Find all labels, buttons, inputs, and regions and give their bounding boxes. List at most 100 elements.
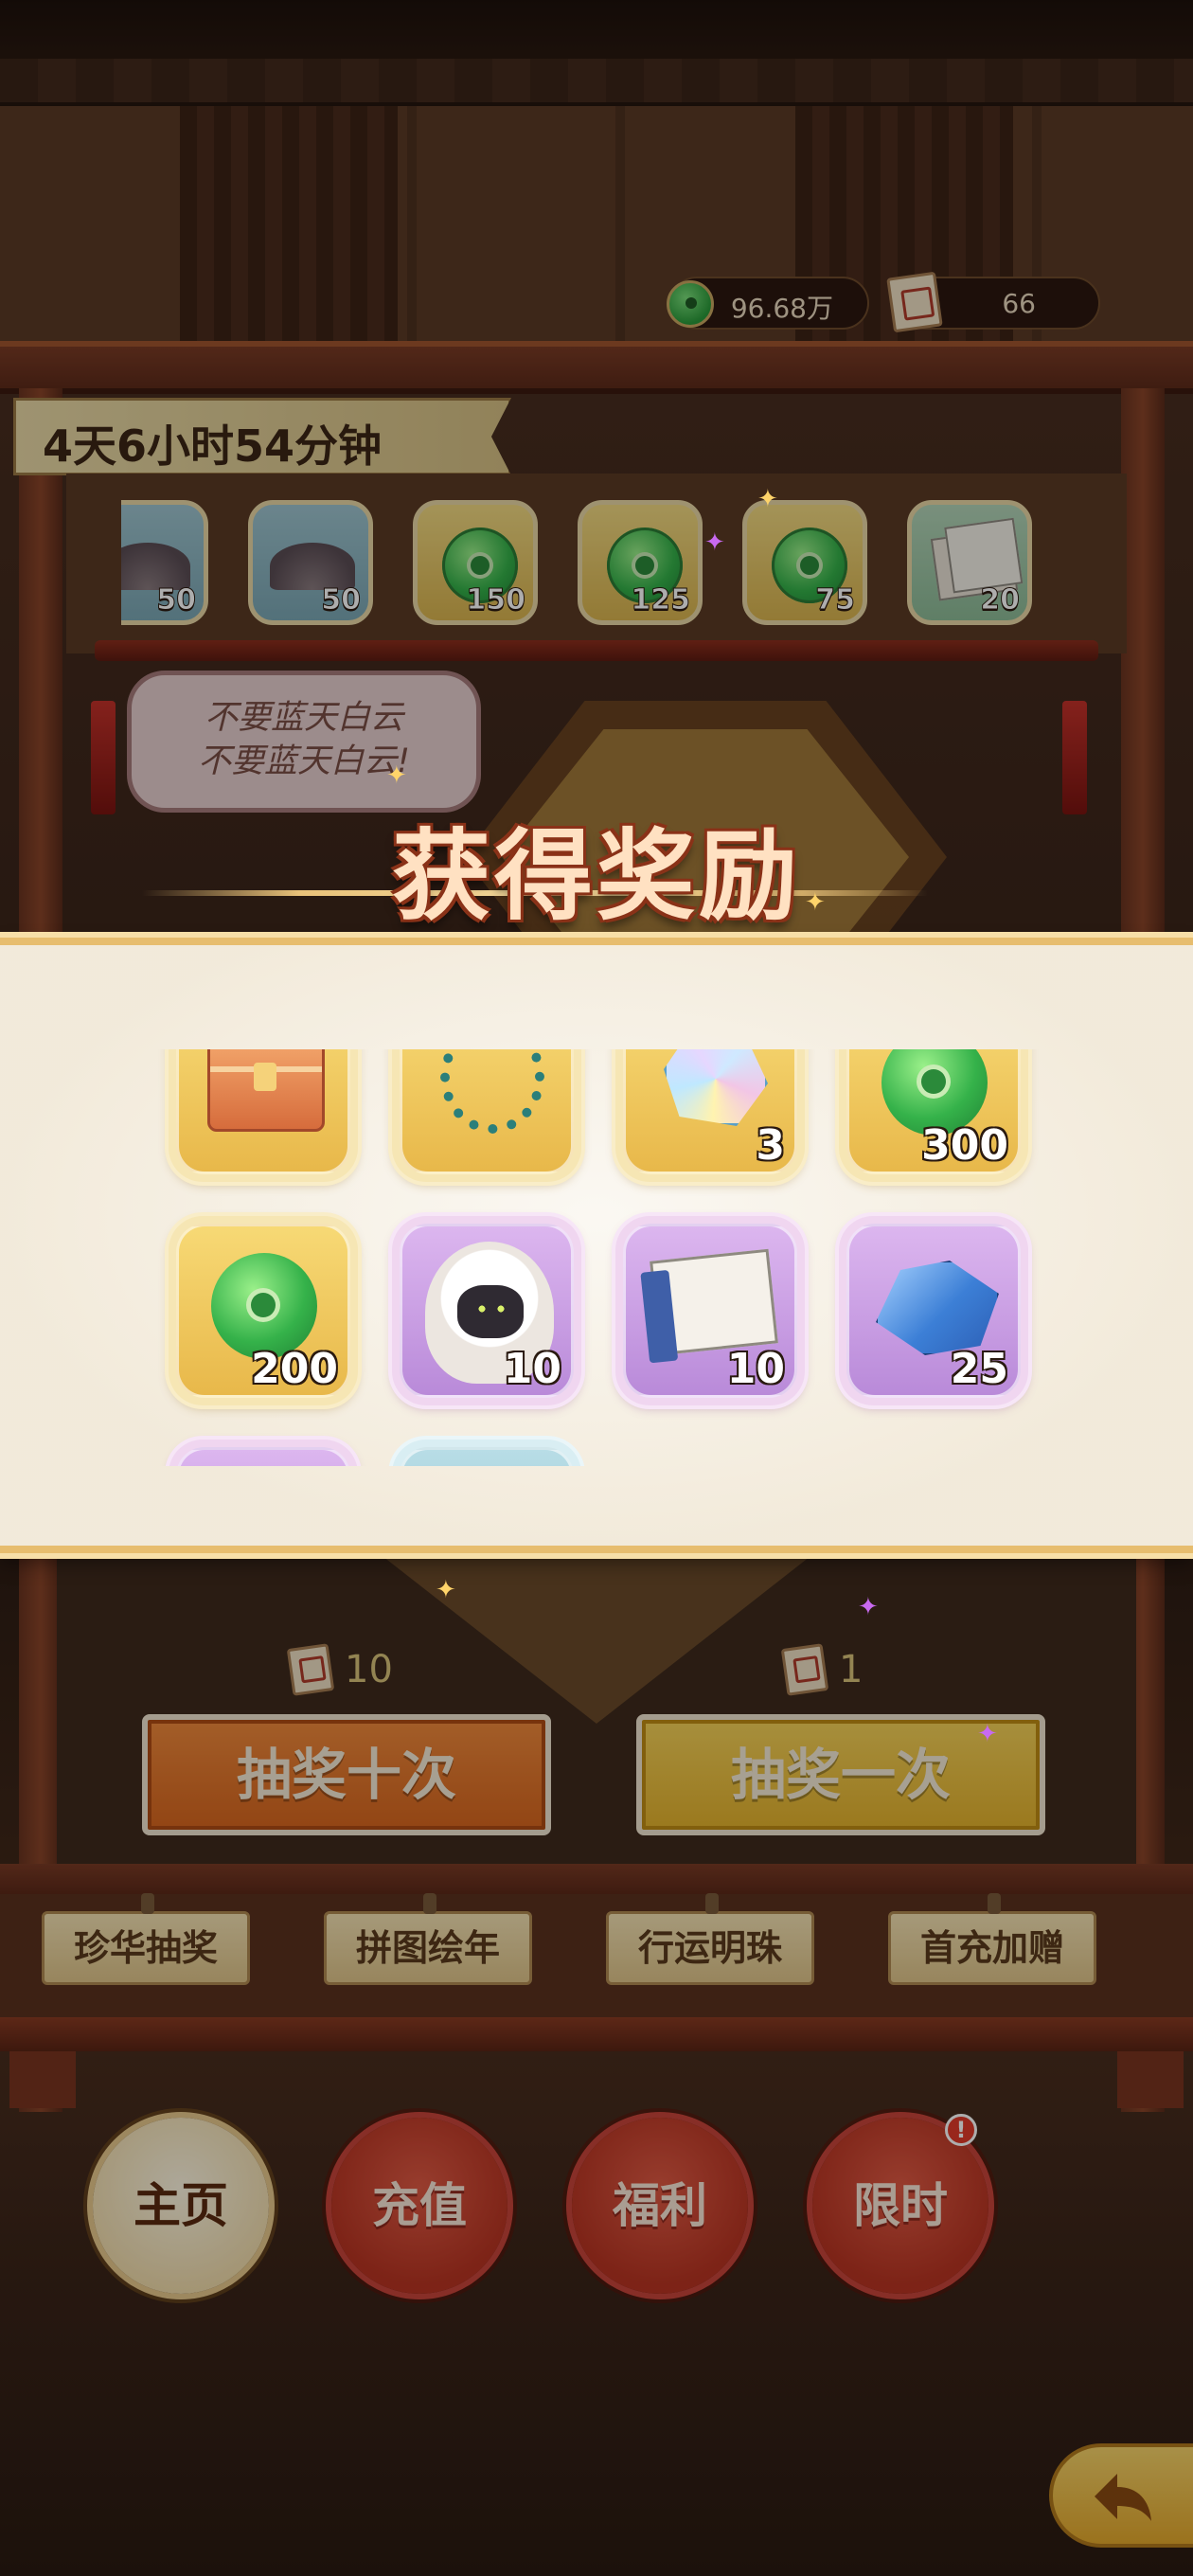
reward-item-qty: 3	[756, 1121, 785, 1170]
reward-title: 获得奖励	[391, 818, 801, 934]
tab-label: 拼图绘年	[355, 1927, 500, 1969]
shop-item-qty: 125	[631, 583, 691, 617]
ceiling-trim	[0, 59, 1193, 106]
crystal-icon	[876, 1261, 999, 1355]
draw-ten-label: 抽奖十次	[236, 1743, 456, 1807]
reward-item-card: 200	[176, 1224, 350, 1398]
nav-recharge-label: 充值	[372, 2178, 467, 2233]
ticket-icon	[286, 1643, 335, 1696]
jade-icon	[667, 280, 714, 328]
sparkle-icon: ✦	[977, 1720, 998, 1748]
reward-item-card: 300	[846, 1049, 1021, 1174]
tab-label: 首充加赠	[919, 1927, 1064, 1969]
reward-item[interactable]: 300	[839, 1049, 1028, 1182]
sparkle-icon: ✦	[757, 485, 778, 513]
tab-first-recharge[interactable]: 首充加赠	[888, 1893, 1096, 1985]
shop-item[interactable]: 125	[578, 500, 703, 625]
sparkle-icon: ✦	[704, 528, 725, 557]
reward-item-qty: 10	[503, 1345, 561, 1393]
back-arrow-icon	[1095, 2474, 1151, 2521]
jade-amount: 96.68万	[730, 293, 833, 324]
shelf-rail	[95, 640, 1098, 661]
nav-home[interactable]: 主页	[93, 2118, 269, 2294]
reward-item-qty: 25	[950, 1345, 1008, 1393]
reward-item[interactable]	[392, 1440, 581, 1466]
shop-item-qty: 75	[815, 583, 856, 617]
reward-item-card	[400, 1447, 574, 1466]
nav-welfare-label: 福利	[613, 2178, 707, 2233]
speech-bubble: 不要蓝天白云 不要蓝天白云!	[127, 671, 481, 813]
shop-item[interactable]: 20	[907, 500, 1032, 625]
ticket-amount: 66	[1002, 288, 1036, 319]
reward-item-card	[176, 1447, 350, 1466]
shop-item[interactable]: 50	[248, 500, 373, 625]
tab-puzzle[interactable]: 拼图绘年	[324, 1893, 532, 1985]
back-button[interactable]	[1049, 2443, 1193, 2548]
ticket-currency[interactable]: 66	[886, 271, 1100, 333]
reward-item[interactable]: 10	[392, 1216, 581, 1405]
tab-lottery[interactable]: 珍华抽奖	[42, 1893, 250, 1985]
ticket-icon	[886, 271, 943, 333]
one-draw-cost-value: 1	[839, 1648, 864, 1691]
reward-item[interactable]: 25	[839, 1216, 1028, 1405]
jade-currency[interactable]: 96.68万	[667, 277, 869, 330]
reward-item-card: 3	[623, 1049, 797, 1174]
ceiling-beam	[0, 0, 1193, 66]
reward-item-qty: 300	[921, 1121, 1008, 1170]
shop-item-qty: 50	[156, 583, 197, 617]
reward-item-card	[400, 1049, 574, 1174]
reward-item-card	[176, 1049, 350, 1174]
reward-item-card: 10	[400, 1224, 574, 1398]
shop-item[interactable]: 75	[742, 500, 867, 625]
curtain-left	[180, 106, 398, 352]
shop-item-qty: 50	[321, 583, 362, 617]
reward-panel[interactable]: 3 300 200 10 10 25	[0, 938, 1193, 1553]
jade-icon	[211, 1253, 317, 1359]
shop-item[interactable]: 150	[413, 500, 538, 625]
ten-draw-cost-value: 10	[345, 1648, 393, 1691]
reward-item-card: 10	[623, 1224, 797, 1398]
nav-limited[interactable]: 限时	[812, 2114, 988, 2294]
sparkle-icon: ✦	[436, 1576, 456, 1604]
ten-draw-cost: 10	[286, 1643, 422, 1701]
speech-line-2: 不要蓝天白云!	[197, 742, 411, 780]
reward-item[interactable]	[169, 1049, 358, 1182]
necklace-icon	[440, 1049, 544, 1134]
counter-bottom	[0, 2017, 1193, 2051]
sparkle-icon: ✦	[858, 1593, 879, 1621]
reward-item[interactable]	[169, 1440, 358, 1466]
chest-icon	[207, 1049, 325, 1132]
reward-grid[interactable]: 3 300 200 10 10 25	[142, 1049, 1051, 1466]
reward-item[interactable]: 3	[615, 1049, 805, 1182]
counter-leg	[9, 2051, 76, 2108]
game-screen: 96.68万 66 4天6小时54分钟 50 50 150 125 75 20 不要蓝天白…	[0, 0, 1193, 2576]
counter-top	[0, 1864, 1193, 1896]
shop-item-qty: 20	[980, 583, 1021, 617]
shop-item-qty: 150	[466, 583, 526, 617]
speech-line-1: 不要蓝天白云	[204, 699, 403, 737]
gem-icon	[664, 1049, 768, 1126]
event-timer: 4天6小时54分钟	[13, 398, 511, 475]
one-draw-cost: 1	[780, 1643, 898, 1701]
tab-label: 行运明珠	[637, 1927, 782, 1969]
reward-item[interactable]: 10	[615, 1216, 805, 1405]
sparkle-icon: ✦	[386, 761, 407, 790]
counter-leg	[1117, 2051, 1184, 2108]
nav-home-label: 主页	[134, 2178, 228, 2233]
reward-item-qty: 200	[251, 1345, 338, 1393]
tab-label: 珍华抽奖	[73, 1927, 218, 1969]
sparkle-icon: ✦	[805, 888, 826, 917]
ticket-icon	[780, 1643, 829, 1696]
nav-recharge[interactable]: 充值	[331, 2118, 507, 2294]
reward-item[interactable]: 200	[169, 1216, 358, 1405]
nav-welfare[interactable]: 福利	[572, 2118, 748, 2294]
reward-item-qty: 10	[726, 1345, 785, 1393]
reward-item[interactable]	[392, 1049, 581, 1182]
tab-pearl[interactable]: 行运明珠	[606, 1893, 814, 1985]
book-icon	[650, 1248, 778, 1356]
shop-roof	[0, 341, 1193, 394]
notification-badge-icon	[945, 2114, 977, 2146]
reward-item-card: 25	[846, 1224, 1021, 1398]
draw-ten-button[interactable]: 抽奖十次	[142, 1714, 551, 1835]
timer-text: 4天6小时54分钟	[43, 420, 383, 472]
